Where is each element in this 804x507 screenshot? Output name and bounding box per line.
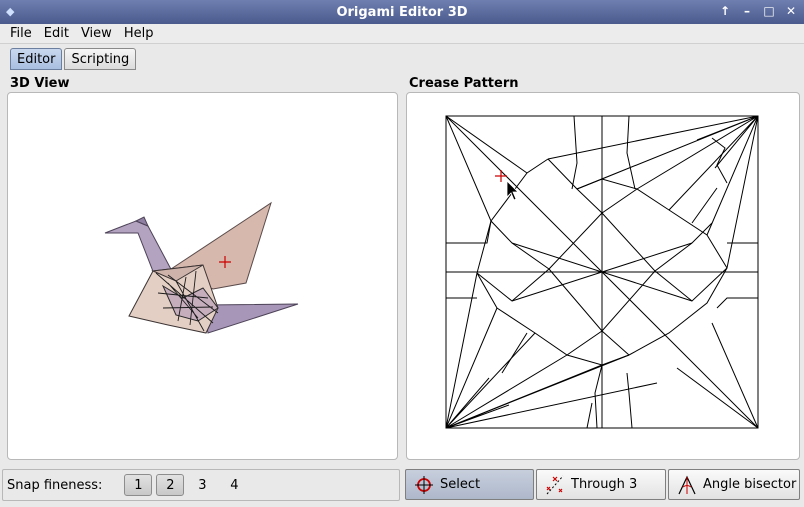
window-titlebar: ◆ Origami Editor 3D ↑ – □ ✕: [0, 0, 804, 24]
menu-help[interactable]: Help: [118, 26, 160, 41]
snap-option-3[interactable]: 3: [188, 474, 216, 496]
select-tool-button[interactable]: Select: [405, 469, 534, 500]
crease-pattern-canvas[interactable]: [406, 92, 800, 460]
through-three-icon: [546, 475, 564, 494]
bottom-toolbar: Snap fineness: 1 2 3 4 Select Through 3 …: [0, 467, 804, 507]
angle-bisector-icon: [678, 475, 696, 494]
view3d-title: 3D View: [10, 76, 70, 91]
window-controls: ↑ – □ ✕: [718, 4, 798, 18]
menu-edit[interactable]: Edit: [38, 26, 75, 41]
minimize-icon[interactable]: –: [740, 4, 754, 18]
snap-option-2[interactable]: 2: [156, 474, 185, 496]
select-tool-label: Select: [440, 477, 481, 492]
pin-icon[interactable]: ↑: [718, 4, 732, 18]
crease-title: Crease Pattern: [409, 76, 519, 91]
crease-pattern: [445, 115, 759, 429]
snap-option-1[interactable]: 1: [124, 474, 153, 496]
snap-fineness-label: Snap fineness:: [7, 477, 103, 493]
snap-option-4[interactable]: 4: [220, 474, 248, 496]
close-icon[interactable]: ✕: [784, 4, 798, 18]
angle-bisector-tool-button[interactable]: Angle bisector: [668, 469, 800, 500]
through-three-tool-label: Through 3: [571, 477, 638, 492]
tab-strip: Editor Scripting: [10, 48, 137, 70]
angle-bisector-tool-label: Angle bisector: [703, 477, 797, 492]
menu-file[interactable]: File: [4, 26, 38, 41]
crane-model: [104, 201, 299, 334]
through-three-tool-button[interactable]: Through 3: [536, 469, 666, 500]
app-icon: ◆: [6, 5, 15, 18]
tab-scripting[interactable]: Scripting: [64, 48, 137, 70]
window-title: Origami Editor 3D: [336, 4, 468, 20]
view3d-canvas[interactable]: [7, 92, 398, 460]
maximize-icon[interactable]: □: [762, 4, 776, 18]
snap-fineness-group: Snap fineness: 1 2 3 4: [2, 469, 400, 501]
menubar: File Edit View Help: [0, 24, 804, 44]
tab-editor[interactable]: Editor: [10, 48, 63, 70]
crosshair-icon: [415, 475, 433, 494]
menu-view[interactable]: View: [75, 26, 118, 41]
